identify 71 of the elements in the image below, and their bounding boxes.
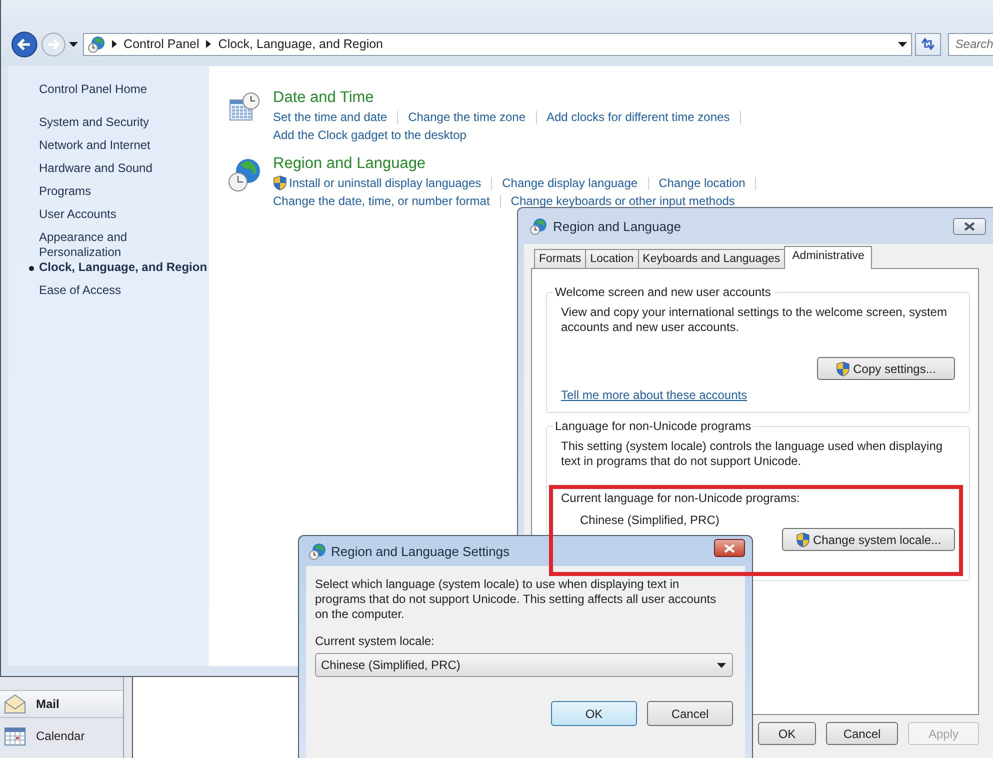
task-link[interactable]: Change display language <box>502 176 638 190</box>
current-language-value: Chinese (Simplified, PRC) <box>580 513 720 527</box>
breadcrumb[interactable]: Clock, Language, and Region <box>218 37 384 51</box>
task-link[interactable]: Install or uninstall display languages <box>273 175 482 191</box>
sidebar-item[interactable]: Appearance and Personalization <box>39 230 204 260</box>
sidebar-item[interactable]: Programs <box>39 184 92 199</box>
history-caret-icon <box>68 42 78 46</box>
dialog-button[interactable]: OK <box>551 701 637 726</box>
shield-icon <box>836 360 850 376</box>
globe-clock-icon <box>309 542 326 560</box>
sidebar-item[interactable]: User Accounts <box>39 207 116 222</box>
task-link[interactable]: Change the time zone <box>408 110 526 124</box>
globe-clock-icon <box>228 158 262 192</box>
envelope-icon <box>4 694 26 714</box>
locale-label: Current system locale: <box>315 634 436 648</box>
close-button[interactable] <box>714 539 745 557</box>
address-bar[interactable]: Control Panel Clock, Language, and Region <box>82 32 912 56</box>
search-field[interactable]: Search <box>948 32 993 56</box>
group-title: Language for non-Unicode programs <box>554 419 752 433</box>
task-link[interactable]: Change the date, time, or number format <box>273 194 490 208</box>
description-text: Select which language (system locale) to use when displaying text in programs that do not support Unicode. This setting affects all user accounts on the computer. <box>315 577 718 622</box>
category-title[interactable]: Date and Time <box>273 88 751 108</box>
description-text: This setting (system locale) controls the language used when displaying text in programs that do not support Unicode. <box>561 439 944 469</box>
task-link[interactable]: Set the time and date <box>273 110 388 124</box>
category-title[interactable]: Region and Language <box>273 154 766 174</box>
task-link[interactable]: Change keyboards or other input methods <box>510 194 735 208</box>
sidebar-item[interactable]: Ease of Access <box>39 283 122 298</box>
nav-item[interactable]: Mail <box>0 690 123 718</box>
close-button[interactable] <box>953 218 986 234</box>
breadcrumb[interactable]: Control Panel <box>124 37 200 51</box>
dialog-title: Region and Language <box>553 218 681 234</box>
tab[interactable]: Formats <box>534 249 586 268</box>
tab[interactable]: Keyboards and Languages <box>638 249 786 268</box>
refresh-icon <box>921 38 936 50</box>
nav-item[interactable]: Calendar <box>0 722 123 750</box>
calendar-clock-icon <box>229 92 261 122</box>
locale-dropdown[interactable]: Chinese (Simplified, PRC) <box>315 653 733 677</box>
dialog-title: Region and Language Settings <box>331 544 510 558</box>
back-icon[interactable] <box>11 30 38 58</box>
change-locale-button[interactable]: Change system locale... <box>782 528 955 551</box>
dialog-button[interactable]: Cancel <box>826 722 898 745</box>
chevron-right-icon <box>206 40 212 48</box>
help-link[interactable]: Tell me more about these accounts <box>561 388 748 402</box>
copy-settings-button[interactable]: Copy settings... <box>817 357 955 380</box>
sidebar-item[interactable]: Network and Internet <box>39 138 150 153</box>
globe-clock-icon <box>530 218 547 234</box>
refresh-button[interactable] <box>915 32 942 56</box>
group-title: Welcome screen and new user accounts <box>554 285 772 299</box>
sidebar-item[interactable]: Hardware and Sound <box>39 161 152 176</box>
calendar-icon <box>4 726 26 746</box>
task-link[interactable]: Add the Clock gadget to the desktop <box>273 128 466 142</box>
sidebar-link[interactable]: Control Panel Home <box>39 82 148 97</box>
task-link[interactable]: Change location <box>658 176 746 190</box>
shield-icon <box>273 175 287 191</box>
sidebar-item[interactable]: System and Security <box>39 115 150 130</box>
close-icon <box>964 222 975 230</box>
sidebar-item[interactable]: Clock, Language, and Region <box>39 260 204 275</box>
caret-icon <box>717 662 726 668</box>
dialog-button[interactable]: OK <box>758 722 816 745</box>
tab[interactable]: Location <box>585 249 639 268</box>
address-caret-icon <box>898 42 908 46</box>
description-text: View and copy your international settings to the welcome screen, system accounts and new user accounts. <box>561 305 948 335</box>
dialog-button[interactable]: Cancel <box>647 701 733 726</box>
chevron-right-icon <box>112 40 117 48</box>
task-link[interactable]: Add clocks for different time zones <box>546 110 730 124</box>
bullet-icon <box>28 266 34 270</box>
tab[interactable]: Administrative <box>784 246 872 269</box>
shield-icon <box>796 532 810 548</box>
control-panel-icon <box>88 36 105 52</box>
close-icon <box>724 544 735 552</box>
current-language-label: Current language for non-Unicode programs: <box>561 491 801 505</box>
